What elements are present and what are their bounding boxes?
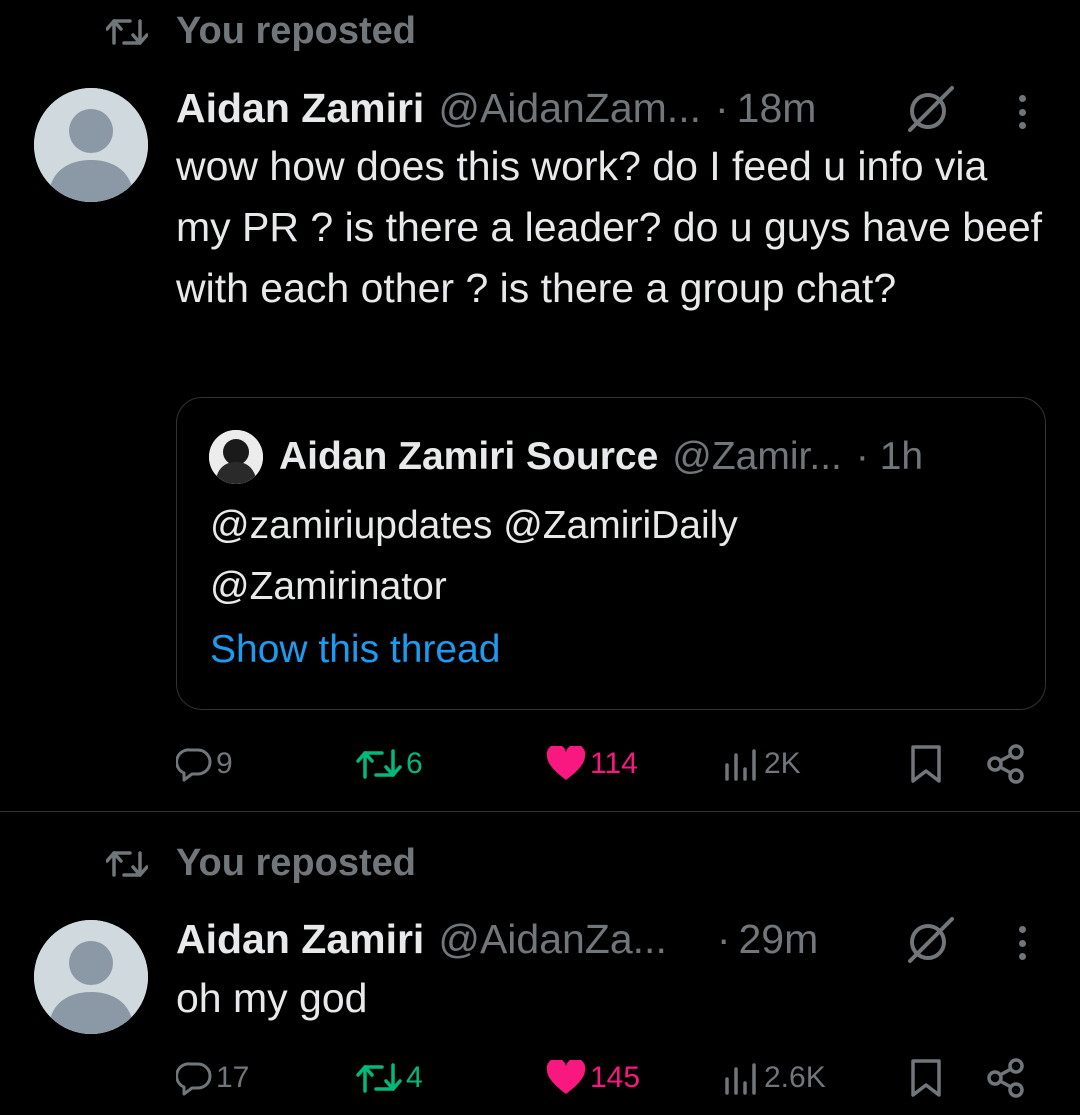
grok-icon[interactable] (904, 84, 958, 134)
bookmark-icon[interactable] (910, 744, 942, 784)
repost-count: 6 (406, 747, 423, 780)
repost-icon (106, 18, 148, 45)
show-thread-link[interactable]: Show this thread (210, 628, 501, 672)
post-header: Aidan Zamiri @AidanZa... · 29m (176, 911, 818, 967)
timestamp[interactable]: 18m (737, 85, 817, 132)
quote-line-2: @Zamirinator (210, 565, 447, 608)
quote-author-name: Aidan Zamiri Source (279, 435, 659, 478)
reply-button[interactable]: 9 (176, 744, 233, 784)
like-button[interactable]: 145 (546, 1058, 640, 1098)
views-button[interactable]: 2.6K (722, 1058, 826, 1098)
avatar[interactable] (34, 920, 148, 1034)
heart-icon (546, 746, 586, 780)
repost-icon (106, 850, 148, 877)
views-icon (725, 1063, 756, 1095)
repost-label: You reposted (176, 842, 416, 884)
repost-button[interactable]: 4 (356, 1058, 423, 1098)
reply-icon (176, 748, 212, 782)
post-text: oh my god (176, 975, 368, 1021)
reply-icon (176, 1062, 212, 1096)
quote-card[interactable]: Aidan Zamiri Source @Zamir... · 1h @zami… (176, 397, 1046, 710)
quote-line-1: @zamiriupdates @ZamiriDaily (210, 504, 738, 547)
reply-button[interactable]: 17 (176, 1058, 249, 1098)
heart-icon (546, 1060, 586, 1094)
repost-button[interactable]: 6 (356, 744, 423, 784)
share-icon[interactable] (986, 744, 1026, 784)
like-count: 114 (590, 747, 638, 780)
views-icon (725, 749, 756, 781)
divider (0, 811, 1080, 812)
timestamp[interactable]: 29m (739, 916, 819, 963)
views-button[interactable]: 2K (722, 744, 801, 784)
quote-timestamp: · 1h (855, 435, 924, 478)
views-count: 2.6K (764, 1061, 826, 1094)
post-text: wow how does this work? do I feed u info… (176, 143, 1043, 311)
post-header: Aidan Zamiri @AidanZam... · 18m (176, 80, 816, 136)
grok-icon[interactable] (904, 915, 958, 965)
views-count: 2K (764, 747, 801, 780)
repost-count: 4 (406, 1061, 423, 1094)
like-button[interactable]: 114 (546, 744, 638, 784)
quote-author-handle: @Zamir... (672, 435, 842, 478)
repost-indicator: You reposted (106, 10, 416, 53)
separator: · (714, 84, 729, 131)
like-count: 145 (590, 1061, 641, 1094)
more-options-icon[interactable] (1019, 95, 1026, 129)
repost-icon (356, 1063, 402, 1093)
repost-indicator: You reposted (106, 842, 416, 885)
default-avatar-icon (34, 88, 148, 202)
more-options-icon[interactable] (1019, 926, 1026, 960)
repost-label: You reposted (176, 10, 416, 52)
author-handle[interactable]: @AidanZam... (438, 85, 701, 132)
share-icon[interactable] (986, 1058, 1026, 1098)
author-handle[interactable]: @AidanZa... (438, 916, 667, 963)
author-name[interactable]: Aidan Zamiri (176, 85, 424, 132)
reply-count: 9 (216, 747, 233, 780)
separator: · (716, 915, 731, 962)
default-avatar-icon (34, 920, 148, 1034)
quote-avatar-icon (209, 430, 263, 484)
bookmark-icon[interactable] (910, 1058, 942, 1098)
quote-header: Aidan Zamiri Source @Zamir... · 1h (209, 428, 923, 486)
reply-count: 17 (216, 1061, 250, 1094)
avatar[interactable] (34, 88, 148, 202)
repost-icon (356, 749, 402, 779)
author-name[interactable]: Aidan Zamiri (176, 916, 424, 963)
quote-avatar (209, 430, 263, 484)
